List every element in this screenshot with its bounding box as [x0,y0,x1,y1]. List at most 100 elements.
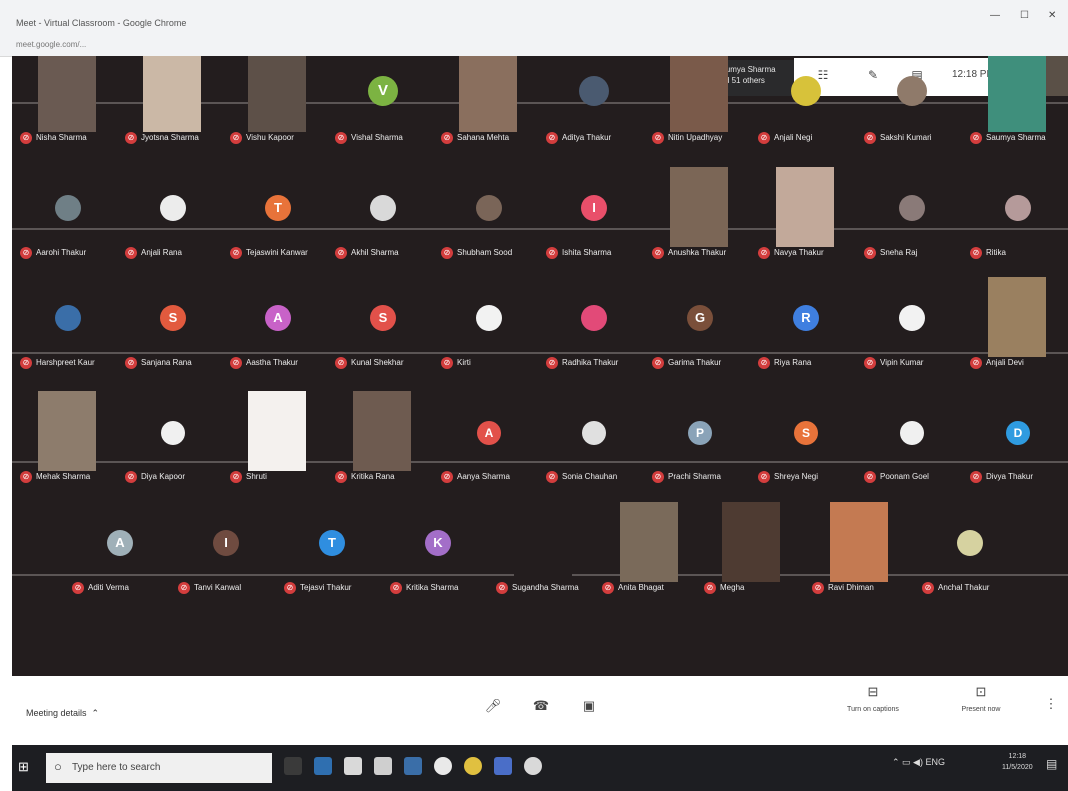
participant-tile[interactable]: I ⊘ Tanvi Kanwal [176,496,276,600]
participant-name-text: Riya Rana [774,358,812,368]
participant-tile[interactable]: ⊘ Shruti [228,385,328,489]
participant-tile[interactable]: T ⊘ Tejaswini Kanwar [228,161,328,265]
participant-tile[interactable]: ⊘ Vishu Kapoor [228,56,328,150]
participant-tile[interactable]: ⊘ Navya Thakur [756,161,856,265]
participant-name-text: Sahana Mehta [457,133,510,143]
store-icon[interactable] [374,757,392,775]
participant-tile[interactable]: S ⊘ Kunal Shekhar [333,271,433,375]
edge-icon[interactable] [314,757,332,775]
mic-muted-icon: ⊘ [335,357,347,369]
participant-tile[interactable]: V ⊘ Vishal Sharma [333,56,433,150]
mic-muted-icon: ⊘ [546,247,558,259]
meeting-controls-bar: Meeting details ⌃ 🎤︎ ☎︎ ▣ ⊟ Turn on capti… [0,676,1068,744]
participant-tile[interactable]: ⊘ Aarohi Thakur [18,161,118,265]
taskbar-clock[interactable]: 12:18 11/5/2020 [1002,751,1033,773]
participant-avatar: S [160,305,186,331]
participant-tile[interactable]: ⊘ Anita Bhagat [600,496,700,600]
maximize-icon[interactable]: ☐ [1020,10,1029,21]
participant-tile[interactable]: ⊘ Shubham Sood [439,161,539,265]
participant-tile[interactable]: ⊘ Megha [702,496,802,600]
participant-tile[interactable]: I ⊘ Ishita Sharma [544,161,644,265]
mic-muted-icon: ⊘ [335,132,347,144]
participant-tile[interactable]: ⊘ Kirti [439,271,539,375]
participant-tile[interactable]: ⊘ Sonia Chauhan [544,385,644,489]
search-input[interactable]: Type here to search [72,762,160,773]
participant-tile[interactable]: ⊘ Vipin Kumar [862,271,962,375]
participant-tile[interactable]: ⊘ Nisha Sharma [18,56,118,150]
participant-tile[interactable]: S ⊘ Sanjana Rana [123,271,223,375]
participant-tile[interactable]: T ⊘ Tejasvi Thakur [282,496,382,600]
participant-tile[interactable]: ⊘ Ravi Dhiman [810,496,910,600]
participant-video [670,56,728,132]
participant-tile[interactable]: ⊘ Anjali Devi [968,271,1068,375]
participant-name: ⊘ Kritika Sharma [390,582,458,594]
participant-tile[interactable]: S ⊘ Shreya Negi [756,385,856,489]
participant-tile[interactable]: ⊘ Akhil Sharma [333,161,433,265]
file-explorer-icon[interactable] [344,757,362,775]
participant-tile[interactable]: ⊘ Sneha Raj [862,161,962,265]
participant-tile[interactable]: ⊘ Saumya Sharma [968,56,1068,150]
present-now-button[interactable]: ⊡ Present now [946,684,1016,713]
participant-name: ⊘ Anjali Rana [125,247,182,259]
participant-tile[interactable]: ⊘ Anjali Negi [756,56,856,150]
address-bar[interactable]: meet.google.com/... [16,40,86,49]
participant-tile[interactable]: ⊘ Nitin Upadhyay [650,56,750,150]
participant-tile[interactable]: ⊘ Sugandha Sharma [494,496,594,600]
participant-tile[interactable]: ⊘ Anjali Rana [123,161,223,265]
participant-tile[interactable]: ⊘ Jyotsna Sharma [123,56,223,150]
participant-tile[interactable]: ⊘ Anchal Thakur [920,496,1020,600]
participant-name-text: Anjali Devi [986,358,1024,368]
app-icon[interactable] [464,757,482,775]
mail-icon[interactable] [404,757,422,775]
captions-button[interactable]: ⊟ Turn on captions [838,684,908,713]
system-tray-icons[interactable]: ⌃ ▭ ◀) ENG [892,757,945,768]
end-call-icon[interactable]: ☎︎ [530,698,552,720]
participant-tile[interactable]: ⊘ Aditya Thakur [544,56,644,150]
participant-name: ⊘ Ritika [970,247,1006,259]
participant-tile[interactable]: ⊘ Harshpreet Kaur [18,271,118,375]
participant-tile[interactable]: ⊘ Kritika Rana [333,385,433,489]
mic-muted-icon: ⊘ [652,247,664,259]
participant-tile[interactable]: ⊘ Mehak Sharma [18,385,118,489]
participant-name-text: Saumya Sharma [986,133,1046,143]
participant-tile[interactable]: ⊘ Sahana Mehta [439,56,539,150]
participant-tile[interactable]: A ⊘ Aditi Verma [70,496,170,600]
participant-name-text: Aditya Thakur [562,133,612,143]
microphone-icon[interactable]: 🎤︎ [482,698,504,720]
participant-tile[interactable]: A ⊘ Aastha Thakur [228,271,328,375]
camera-icon[interactable]: ▣ [578,698,600,720]
participant-name: ⊘ Radhika Thakur [546,357,618,369]
app-icon[interactable] [494,757,512,775]
meeting-details-button[interactable]: Meeting details ⌃ [26,708,99,719]
participant-tile[interactable]: K ⊘ Kritika Sharma [388,496,488,600]
taskbar-search[interactable]: ○ Type here to search [46,753,272,783]
participant-name-text: Jyotsna Sharma [141,133,199,143]
participant-tile[interactable]: A ⊘ Aanya Sharma [439,385,539,489]
chrome-icon[interactable] [434,757,452,775]
participant-tile[interactable]: ⊘ Poonam Goel [862,385,962,489]
participant-tile[interactable]: ⊘ Sakshi Kumari [862,56,962,150]
participant-tile[interactable]: R ⊘ Riya Rana [756,271,856,375]
more-options-icon[interactable]: ⋮ [1040,696,1062,718]
participant-tile[interactable]: ⊘ Anushka Thakur [650,161,750,265]
participant-tile[interactable]: ⊘ Diya Kapoor [123,385,223,489]
minimize-icon[interactable]: — [990,10,1000,21]
participant-tile[interactable]: D ⊘ Divya Thakur [968,385,1068,489]
windows-start-icon[interactable]: ⊞ [18,759,34,775]
app-icon[interactable] [524,757,542,775]
participant-name-text: Anushka Thakur [668,248,727,258]
participant-avatar [579,76,609,106]
participant-tile[interactable]: ⊘ Ritika [968,161,1068,265]
browser-tab-title[interactable]: Meet - Virtual Classroom - Google Chrome [16,18,186,28]
participant-video [38,56,96,132]
participant-tile[interactable]: ⊘ Radhika Thakur [544,271,644,375]
os-taskbar: ⊞ ○ Type here to search ⌃ ▭ ◀) ENG 12:18… [12,745,1068,791]
participant-avatar: K [425,530,451,556]
participant-tile[interactable]: P ⊘ Prachi Sharma [650,385,750,489]
participant-name: ⊘ Anita Bhagat [602,582,664,594]
task-view-icon[interactable] [284,757,302,775]
mic-muted-icon: ⊘ [230,357,242,369]
close-icon[interactable]: ✕ [1048,10,1056,21]
notifications-icon[interactable]: ▤ [1046,757,1057,771]
participant-tile[interactable]: G ⊘ Garima Thakur [650,271,750,375]
